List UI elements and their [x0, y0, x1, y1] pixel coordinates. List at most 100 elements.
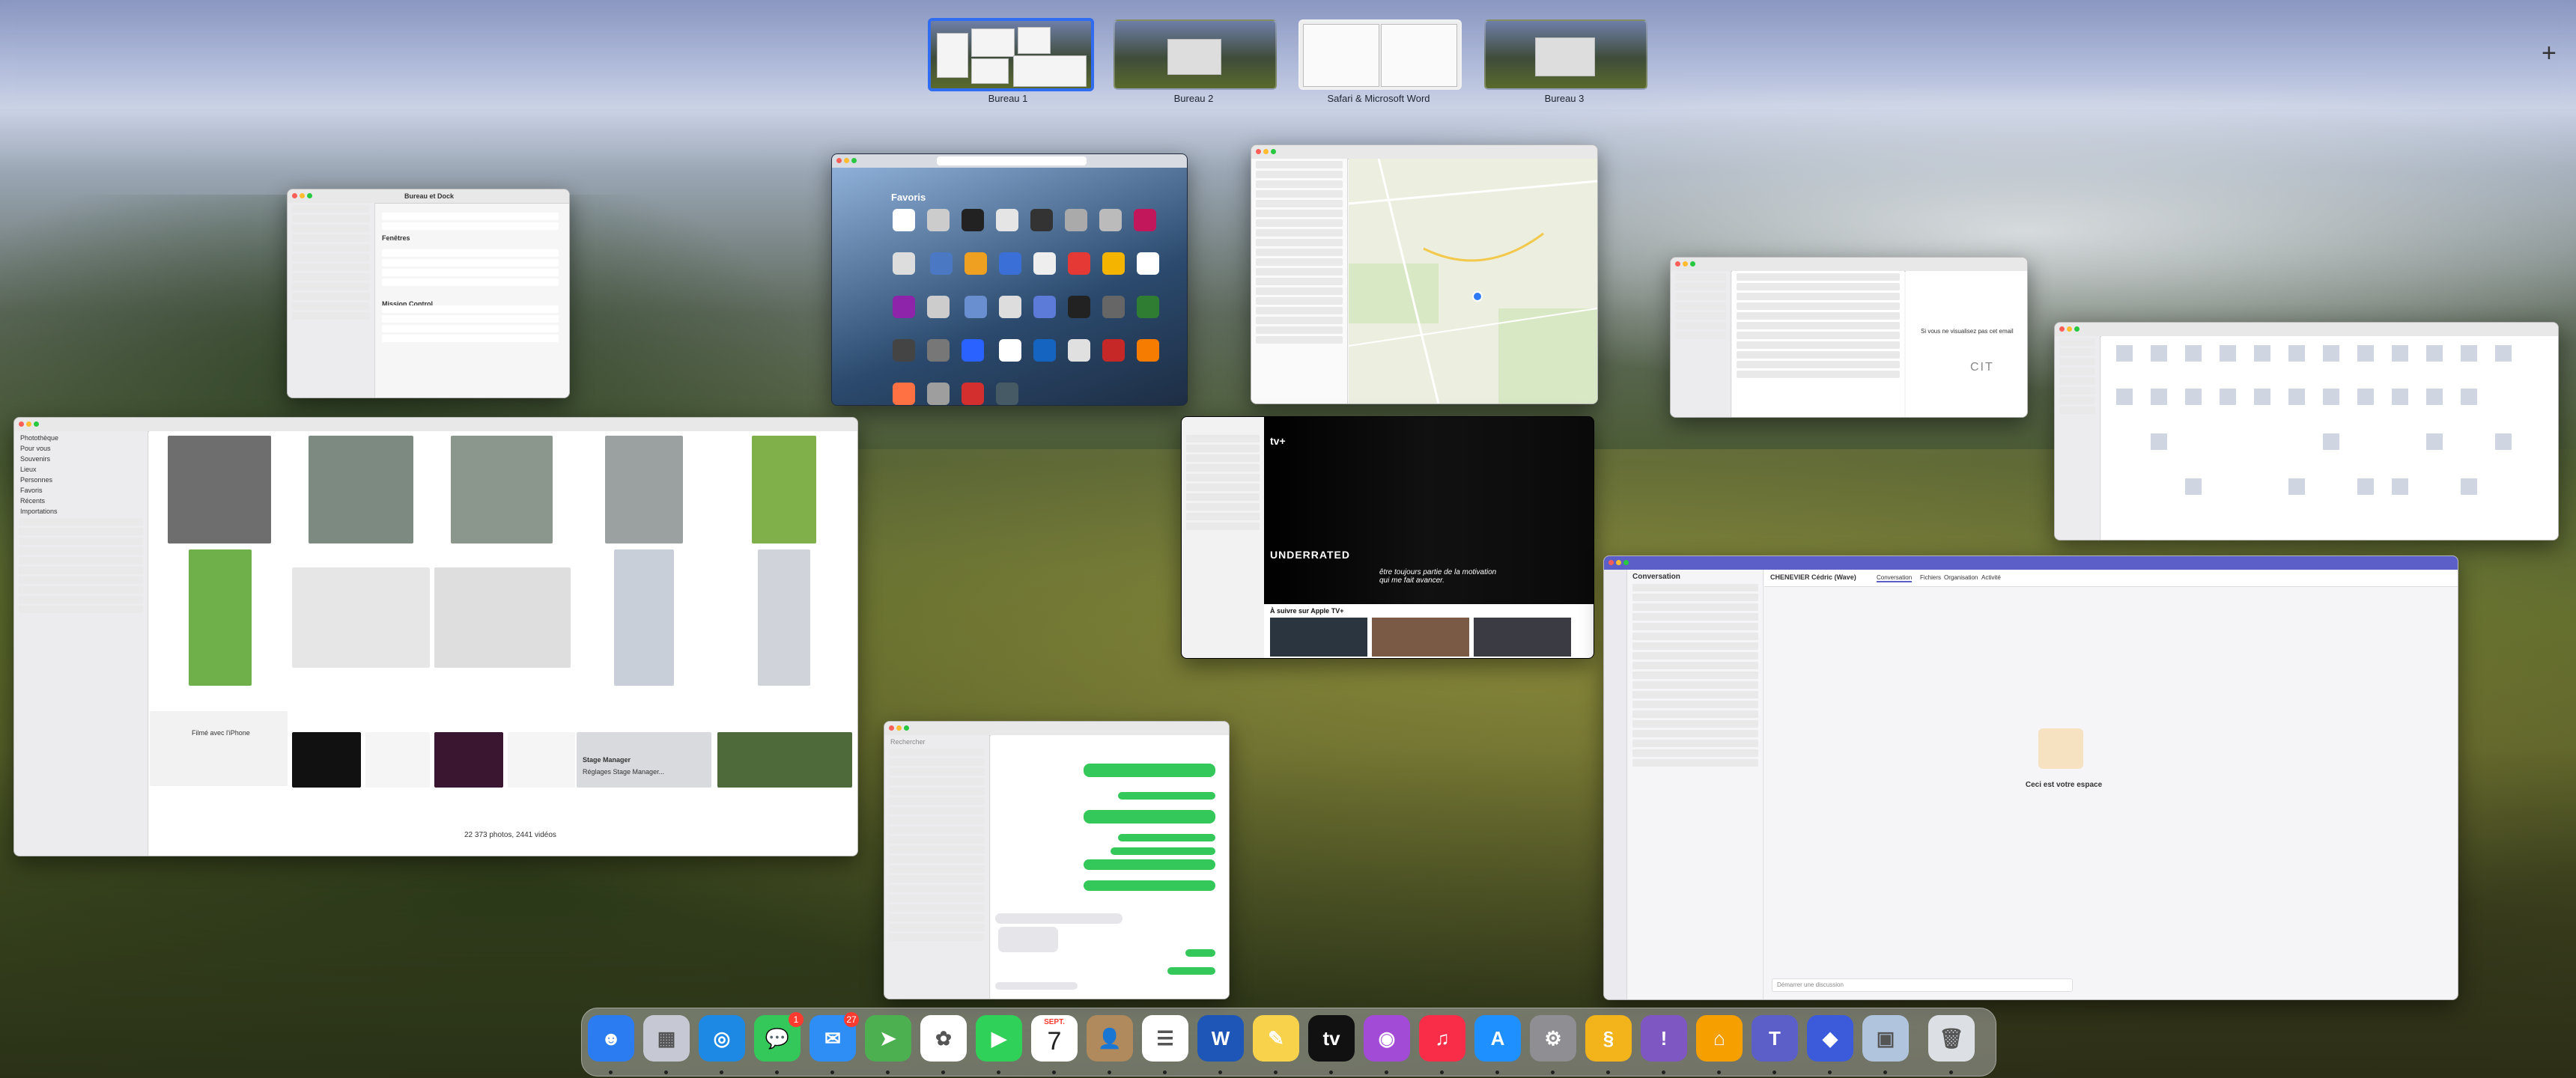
window-teams[interactable]: Conversation CHENEVIER Cédric (Wave) Con… [1603, 555, 2458, 1000]
favorite-item[interactable] [1065, 209, 1087, 231]
zoom-icon[interactable] [904, 725, 909, 731]
home-icon[interactable]: ⌂ [1696, 1015, 1743, 1062]
preview-icon[interactable]: ▣ [1862, 1015, 1909, 1062]
photo-thumbnail[interactable] [717, 732, 852, 788]
zoom-icon[interactable] [34, 421, 39, 427]
favorite-item[interactable] [1102, 252, 1126, 275]
favorite-item[interactable] [927, 209, 950, 231]
photo-thumbnail[interactable] [292, 732, 361, 788]
zoom-icon[interactable] [2074, 326, 2080, 332]
mail-message-list[interactable] [1732, 271, 1904, 417]
calendar-icon[interactable]: SEPT. 7 [1031, 1015, 1078, 1062]
photos-icon[interactable]: ✿ [920, 1015, 967, 1062]
photo-thumbnail[interactable] [434, 567, 571, 668]
favorite-item[interactable] [1033, 296, 1057, 318]
minimize-icon[interactable] [844, 158, 849, 163]
trash-icon[interactable]: 🗑 [1928, 1015, 1975, 1062]
favorite-item[interactable] [962, 209, 984, 231]
favorite-item[interactable] [1137, 252, 1160, 275]
space-thumbnail-bureau-3[interactable] [1484, 19, 1647, 90]
photo-thumbnail[interactable] [309, 436, 413, 543]
window-finder[interactable] [2054, 322, 2559, 540]
favorite-item[interactable] [927, 383, 950, 405]
favorite-item[interactable] [1134, 209, 1156, 231]
appstore-icon[interactable]: A [1474, 1015, 1521, 1062]
favorite-item[interactable] [965, 296, 988, 318]
photos-sidebar-item[interactable]: Pour vous [20, 445, 142, 452]
photo-thumbnail[interactable] [365, 732, 430, 788]
favorite-item[interactable] [893, 383, 915, 405]
system-settings-icon[interactable]: ⚙ [1530, 1015, 1576, 1062]
favorite-item[interactable] [999, 339, 1022, 362]
window-maps[interactable] [1251, 144, 1598, 404]
photo-thumbnail[interactable] [605, 436, 683, 543]
music-icon[interactable]: ♫ [1419, 1015, 1465, 1062]
favorite-item[interactable] [893, 209, 915, 231]
favorite-item[interactable] [1033, 252, 1057, 275]
favorite-item[interactable] [893, 339, 915, 362]
window-mail[interactable]: Si vous ne visualisez pas cet email CIT [1670, 257, 2028, 418]
close-icon[interactable] [836, 158, 842, 163]
window-system-settings[interactable]: Bureau et Dock Fenêtres Mission Control [287, 189, 570, 398]
favorite-item[interactable] [893, 296, 915, 318]
tab-conversation[interactable]: Conversation [1877, 574, 1913, 582]
minimize-icon[interactable] [1683, 261, 1688, 267]
tab-organisation[interactable]: Organisation [1944, 574, 1978, 581]
minimize-icon[interactable] [26, 421, 31, 427]
favorite-item[interactable] [927, 339, 950, 362]
close-icon[interactable] [292, 193, 297, 198]
close-icon[interactable] [1609, 560, 1614, 565]
messages-search[interactable]: Rechercher [890, 738, 983, 746]
photo-thumbnail[interactable] [168, 436, 271, 543]
space-thumbnail-bureau-1[interactable] [928, 18, 1094, 91]
favorite-item[interactable] [1030, 209, 1053, 231]
teams-icon[interactable]: T [1752, 1015, 1798, 1062]
zoom-icon[interactable] [307, 193, 312, 198]
podcasts-icon[interactable]: ◉ [1364, 1015, 1410, 1062]
minimize-icon[interactable] [2067, 326, 2072, 332]
photo-thumbnail[interactable] [508, 732, 575, 788]
safari-icon[interactable]: ◎ [699, 1015, 745, 1062]
messages-conversation-list[interactable]: Rechercher [884, 735, 990, 999]
feedback-icon[interactable]: ! [1641, 1015, 1687, 1062]
photos-sidebar-item[interactable]: Personnes [20, 476, 142, 484]
favorite-item[interactable] [999, 252, 1022, 275]
photo-thumbnail[interactable] [292, 567, 430, 668]
close-icon[interactable] [889, 725, 894, 731]
appletv-icon[interactable]: tv [1308, 1015, 1355, 1062]
favorite-item[interactable] [893, 252, 915, 275]
map-canvas[interactable] [1348, 158, 1597, 404]
favorite-item[interactable] [1068, 252, 1091, 275]
contacts-icon[interactable]: 👤 [1087, 1015, 1133, 1062]
minimize-icon[interactable] [1263, 149, 1269, 154]
zoom-icon[interactable] [1271, 149, 1276, 154]
minimize-icon[interactable] [1616, 560, 1621, 565]
minimize-icon[interactable] [300, 193, 305, 198]
photos-sidebar-item[interactable]: Importations [20, 508, 142, 515]
favorite-item[interactable] [1137, 296, 1160, 318]
favorite-item[interactable] [1068, 296, 1091, 318]
photo-thumbnail[interactable] [150, 711, 288, 786]
favorite-item[interactable] [927, 296, 950, 318]
favorite-item[interactable] [1099, 209, 1122, 231]
favorite-item[interactable] [999, 296, 1022, 318]
minimize-icon[interactable] [896, 725, 902, 731]
address-bar[interactable] [937, 156, 1087, 165]
close-icon[interactable] [19, 421, 24, 427]
facetime-icon[interactable]: ▶ [976, 1015, 1022, 1062]
tv-row-item[interactable] [1474, 618, 1571, 657]
window-apple-tv[interactable]: tv+ UNDERRATED être toujours partie de l… [1181, 416, 1594, 659]
space-thumbnail-bureau-2[interactable] [1114, 19, 1277, 90]
teams-app-bar[interactable] [1604, 570, 1627, 999]
tab-files[interactable]: Fichiers [1920, 574, 1941, 581]
tab-activity[interactable]: Activité [1981, 574, 2001, 581]
zoom-icon[interactable] [851, 158, 857, 163]
shortcuts-icon[interactable]: ◆ [1807, 1015, 1853, 1062]
photos-sidebar-item[interactable]: Photothèque [20, 434, 142, 442]
favorite-item[interactable] [1033, 339, 1057, 362]
photo-thumbnail[interactable] [614, 549, 674, 686]
teams-chat-list[interactable]: Conversation [1628, 570, 1764, 999]
photo-thumbnail[interactable] [758, 549, 810, 686]
window-messages[interactable]: Rechercher [884, 721, 1230, 999]
teams-compose-box[interactable]: Démarrer une discussion [1772, 978, 2073, 992]
